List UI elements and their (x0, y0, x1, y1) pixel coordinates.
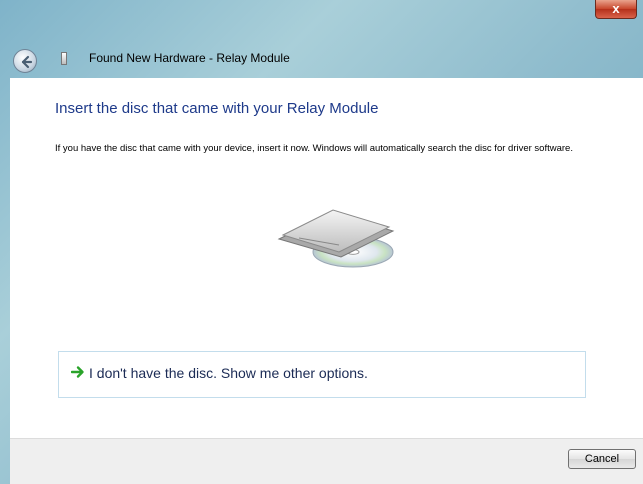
title-bar: x Found New Hardware - Relay Module (0, 0, 643, 78)
disc-drive-icon (269, 205, 403, 280)
window-title: Found New Hardware - Relay Module (89, 51, 290, 65)
page-heading: Insert the disc that came with your Rela… (55, 100, 379, 117)
button-bar: Cancel (10, 438, 643, 484)
close-button[interactable]: x (595, 0, 637, 19)
wizard-window: x Found New Hardware - Relay Module Inse… (0, 0, 643, 484)
green-arrow-icon (71, 366, 84, 378)
back-button[interactable] (13, 49, 37, 73)
back-arrow-icon (21, 55, 33, 69)
device-icon (61, 52, 67, 65)
instruction-text: If you have the disc that came with your… (55, 143, 573, 154)
content-area: Insert the disc that came with your Rela… (10, 78, 643, 438)
no-disc-option-label: I don't have the disc. Show me other opt… (89, 365, 368, 381)
cancel-button[interactable]: Cancel (568, 449, 636, 469)
no-disc-option[interactable]: I don't have the disc. Show me other opt… (58, 351, 586, 398)
